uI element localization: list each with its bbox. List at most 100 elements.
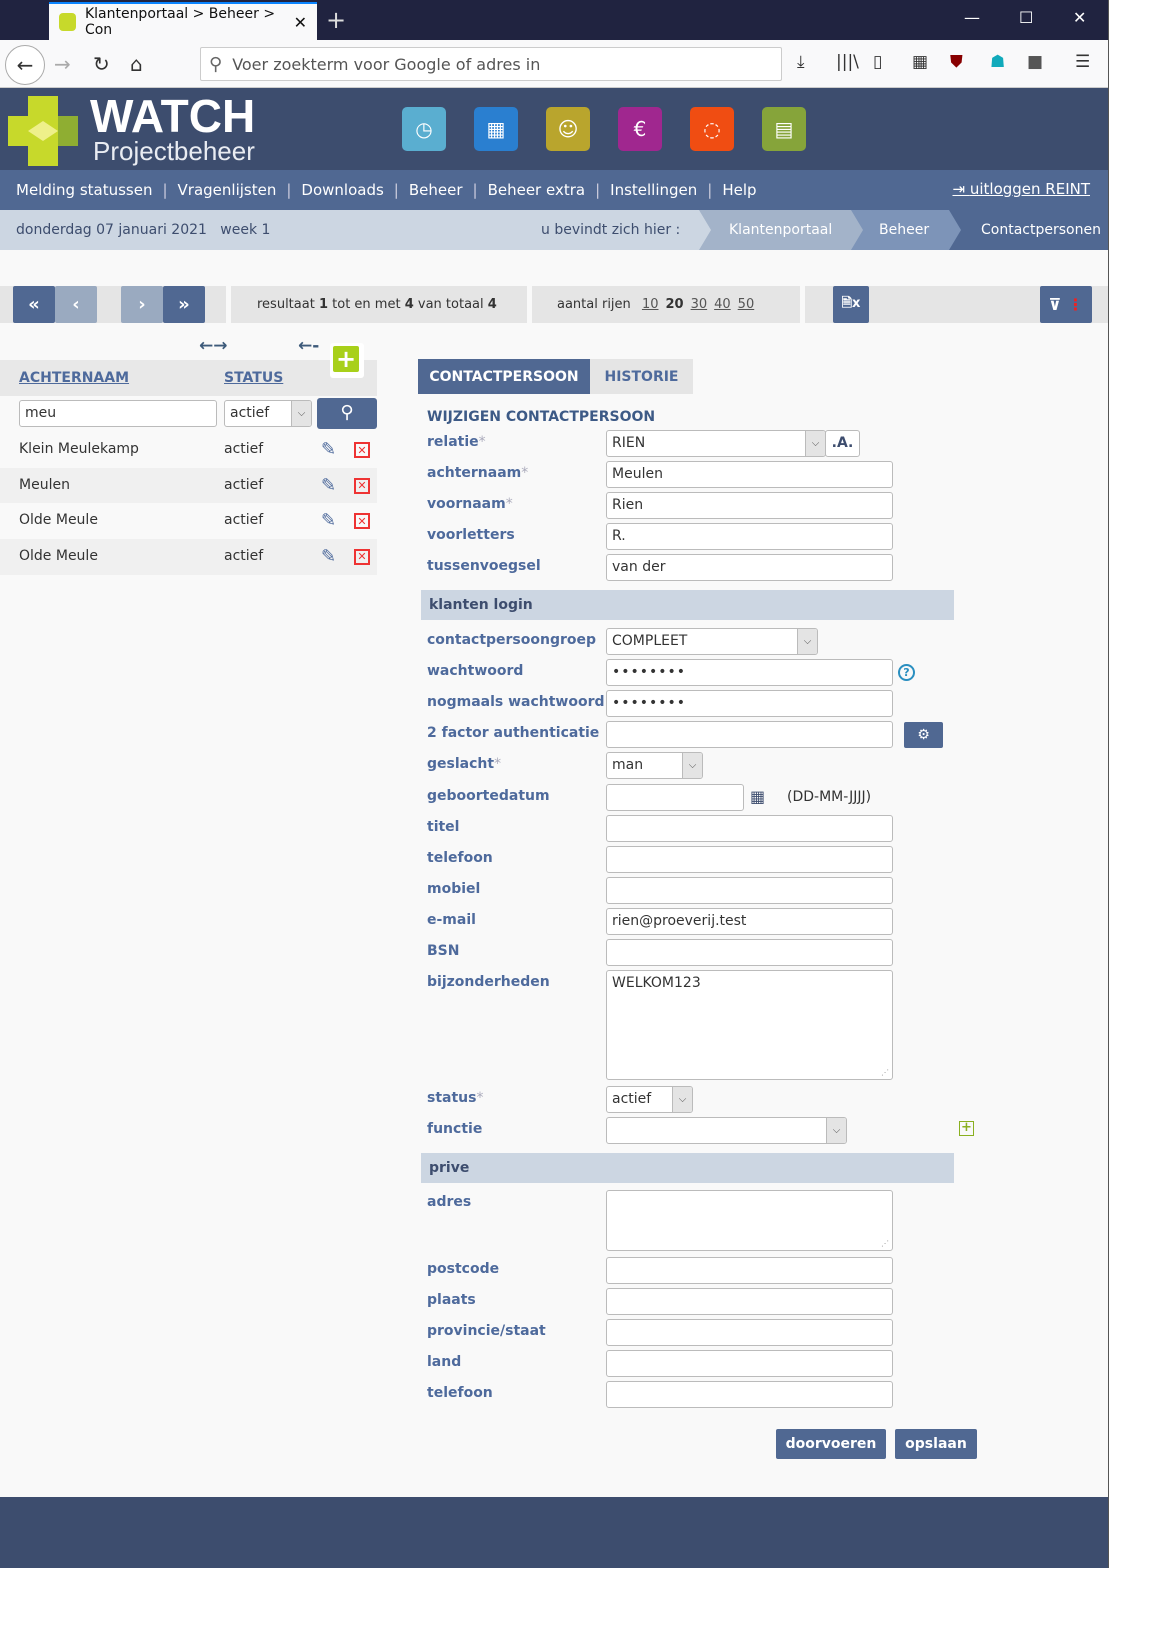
field-bijzonderheden[interactable]: WELKOM123 ⋰ [606, 970, 893, 1080]
ghostery-icon[interactable]: ☗ [990, 52, 1005, 72]
field-achternaam[interactable]: Meulen [606, 461, 893, 488]
close-window-icon[interactable]: ✕ [1073, 8, 1086, 27]
back-icon[interactable]: ← [5, 45, 45, 85]
people-icon[interactable]: ☺ [546, 107, 590, 151]
menu-item-melding-statussen[interactable]: Melding statussen [16, 181, 152, 199]
field-voorletters[interactable]: R. [606, 523, 893, 550]
field-wachtwoord[interactable]: •••••••• [606, 659, 893, 686]
clock-icon[interactable]: ◷ [402, 107, 446, 151]
tab-historie[interactable]: HISTORIE [590, 359, 693, 394]
field-telefoon[interactable] [606, 1381, 893, 1408]
field-provincie-staat[interactable] [606, 1319, 893, 1346]
prev-page-button[interactable]: ‹ [55, 286, 97, 323]
library-icon[interactable]: |||\ [836, 52, 859, 72]
first-page-button[interactable]: « [13, 286, 55, 323]
close-tab-icon[interactable]: ✕ [294, 13, 307, 32]
edit-icon[interactable]: ✎ [321, 439, 341, 460]
field-nogmaals-wachtwoord[interactable]: •••••••• [606, 690, 893, 717]
rows-option-20[interactable]: 20 [665, 297, 683, 312]
filter-button[interactable]: ⊽ ⋮ [1040, 286, 1092, 323]
field-postcode[interactable] [606, 1257, 893, 1284]
delete-icon[interactable]: ✕ [354, 548, 370, 565]
field-mobiel[interactable] [606, 877, 893, 904]
rows-option-50[interactable]: 50 [738, 297, 755, 312]
breadcrumb-beheer[interactable]: Beheer [851, 210, 963, 250]
invoice-icon[interactable]: € [618, 107, 662, 151]
field-functie[interactable]: ⌵ [606, 1117, 847, 1144]
table-row[interactable]: Klein Meulekamp actief ✎ ✕ [0, 432, 377, 468]
delete-icon[interactable]: ✕ [354, 442, 370, 458]
sidebar-icon[interactable]: ▯ [873, 52, 882, 72]
field-bsn[interactable] [606, 939, 893, 966]
minimize-icon[interactable]: — [964, 8, 980, 27]
browser-tab[interactable]: Klantenportaal > Beheer > Con ✕ [49, 2, 317, 40]
download-icon[interactable]: ⤓ [797, 52, 805, 72]
field-e-mail[interactable]: rien@proeverij.test [606, 908, 893, 935]
reload-icon[interactable]: ↻ [93, 52, 110, 76]
url-bar[interactable]: ⚲ Voer zoekterm voor Google of adres in [200, 47, 782, 81]
field-plaats[interactable] [606, 1288, 893, 1315]
menu-item-vragenlijsten[interactable]: Vragenlijsten [178, 181, 277, 199]
new-tab-icon[interactable]: + [326, 6, 346, 34]
extension-icon[interactable]: ■ [1027, 52, 1043, 72]
doorvoeren-button[interactable]: doorvoeren [776, 1429, 886, 1459]
field-land[interactable] [606, 1350, 893, 1377]
rows-option-30[interactable]: 30 [691, 297, 708, 312]
field-adres[interactable]: ⋰ [606, 1190, 893, 1251]
menu-item-beheer-extra[interactable]: Beheer extra [488, 181, 586, 199]
menu-item-downloads[interactable]: Downloads [301, 181, 383, 199]
edit-icon[interactable]: ✎ [321, 546, 341, 567]
excel-export-icon[interactable]: 🗎x [833, 286, 869, 323]
save-button[interactable]: opslaan [895, 1429, 977, 1459]
help-icon[interactable]: ? [898, 664, 915, 681]
home-icon[interactable]: ⌂ [130, 52, 143, 76]
table-row[interactable]: Olde Meule actief ✎ ✕ [0, 538, 377, 575]
two-factor-settings-icon[interactable]: ⚙ [904, 722, 943, 748]
sort-achternaam[interactable]: ACHTERNAAM [19, 370, 129, 386]
search-button[interactable]: ⚲ [317, 398, 377, 429]
chat-icon[interactable]: ◌ [690, 107, 734, 151]
table-row[interactable]: Olde Meule actief ✎ ✕ [0, 503, 377, 539]
field-voornaam[interactable]: Rien [606, 492, 893, 519]
field-2-factor-authenticatie[interactable] [606, 721, 893, 748]
logout-link[interactable]: ⇥ uitloggen REINT [953, 180, 1091, 198]
field-geslacht[interactable]: man ⌵ [606, 752, 703, 779]
field-titel[interactable] [606, 815, 893, 842]
edit-icon[interactable]: ✎ [321, 510, 341, 531]
filter-name-input[interactable]: meu [19, 400, 217, 427]
rows-option-40[interactable]: 40 [714, 297, 731, 312]
add-contact-button[interactable]: + [330, 343, 364, 378]
field-tussenvoegsel[interactable]: van der [606, 554, 893, 581]
tab-contactpersoon[interactable]: CONTACTPERSOON [418, 359, 590, 394]
calculator-icon[interactable]: ▤ [762, 107, 806, 151]
menu-item-help[interactable]: Help [722, 181, 756, 199]
resize-grip-icon[interactable]: ⋰ [881, 1068, 889, 1077]
breadcrumb-klantenportaal[interactable]: Klantenportaal [699, 210, 865, 250]
resize-column-arrows-icon[interactable]: ←→ [199, 336, 228, 356]
collapse-arrow-icon[interactable]: ←- [298, 336, 319, 356]
field-relatie[interactable]: RIEN ⌵ [606, 430, 826, 457]
next-page-button[interactable]: › [121, 286, 163, 323]
maximize-icon[interactable]: ☐ [1019, 8, 1033, 27]
relatie-lookup-button[interactable]: .A. [825, 430, 860, 457]
rows-option-10[interactable]: 10 [642, 297, 659, 312]
calendar-icon[interactable]: ▦ [474, 107, 518, 151]
ublock-icon[interactable]: ⛊ [950, 52, 963, 72]
field-geboortedatum[interactable] [606, 784, 744, 811]
delete-icon[interactable]: ✕ [354, 477, 370, 494]
delete-icon[interactable]: ✕ [354, 513, 370, 529]
table-row[interactable]: Meulen actief ✎ ✕ [0, 467, 377, 504]
edit-icon[interactable]: ✎ [321, 475, 341, 496]
last-page-button[interactable]: » [163, 286, 205, 323]
sort-status[interactable]: STATUS [224, 370, 283, 386]
filter-status-select[interactable]: actief ⌵ [224, 400, 312, 427]
forward-icon[interactable]: → [54, 52, 71, 76]
field-contactpersoongroep[interactable]: COMPLEET ⌵ [606, 628, 818, 655]
field-telefoon[interactable] [606, 846, 893, 873]
menu-icon[interactable]: ☰ [1075, 52, 1090, 72]
calendar-icon[interactable]: ▦ [750, 787, 765, 806]
add-function-icon[interactable]: + [959, 1121, 974, 1136]
resize-grip-icon[interactable]: ⋰ [881, 1239, 889, 1248]
field-status[interactable]: actief ⌵ [606, 1086, 693, 1113]
qr-icon[interactable]: ▦ [912, 52, 928, 72]
